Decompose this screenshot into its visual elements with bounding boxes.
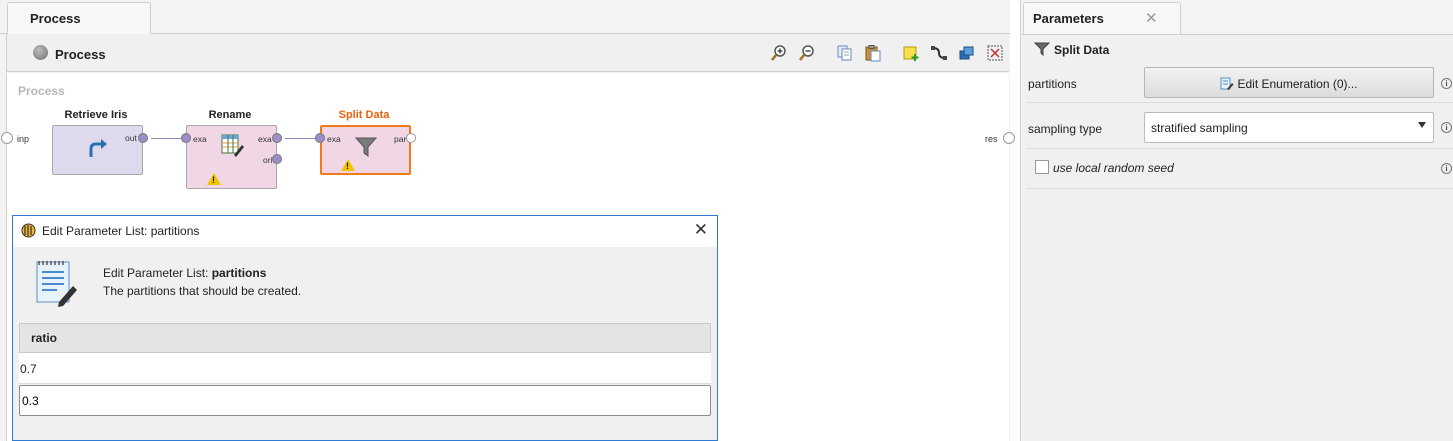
- port-label-exa-in: exa: [327, 134, 341, 144]
- warning-mark: !: [212, 175, 215, 185]
- dialog-title: Edit Parameter List: partitions: [42, 224, 200, 238]
- tab-parameters-label: Parameters: [1033, 11, 1104, 26]
- input-port-exa[interactable]: [181, 133, 191, 143]
- dialog-header-param: partitions: [211, 266, 267, 280]
- param-row-partitions: partitions Edit Enumeration (0)... i: [1026, 65, 1453, 103]
- edit-parameter-list-dialog: Edit Parameter List: partitions ✕ Edit P…: [12, 215, 718, 441]
- dialog-titlebar[interactable]: Edit Parameter List: partitions ✕: [13, 216, 717, 247]
- operator-retrieve-iris[interactable]: out: [52, 125, 148, 175]
- close-icon[interactable]: ✕: [694, 220, 708, 240]
- output-port-exa[interactable]: [272, 133, 282, 143]
- rename-table-icon: [221, 134, 244, 157]
- notepad-edit-icon: [36, 261, 77, 307]
- rapidminer-logo-icon: [21, 223, 36, 238]
- dialog-header-title: Edit Parameter List: partitions: [103, 266, 266, 280]
- port-label-exa-in: exa: [193, 134, 207, 144]
- arrange-operators-icon[interactable]: [958, 44, 976, 62]
- edit-enumeration-button[interactable]: Edit Enumeration (0)...: [1144, 67, 1434, 98]
- param-label-partitions: partitions: [1028, 77, 1077, 91]
- copy-icon[interactable]: [836, 44, 854, 62]
- auto-wire-icon[interactable]: [930, 44, 948, 62]
- tab-process[interactable]: Process: [7, 2, 151, 35]
- sampling-type-select[interactable]: stratified sampling: [1144, 112, 1434, 143]
- tab-parameters[interactable]: Parameters ✕: [1023, 2, 1181, 35]
- process-result-port[interactable]: [1003, 132, 1015, 144]
- param-label-local-random-seed: use local random seed: [1053, 161, 1174, 175]
- funnel-icon: [354, 137, 378, 157]
- param-row-local-random-seed: use local random seed i: [1026, 149, 1453, 189]
- selected-operator-name: Split Data: [1054, 43, 1110, 57]
- close-icon[interactable]: ✕: [1145, 9, 1158, 27]
- port-label-par: par: [394, 134, 407, 144]
- info-icon[interactable]: i: [1441, 78, 1452, 89]
- port-label-ori: ori: [263, 155, 273, 165]
- canvas-label: Process: [18, 84, 65, 98]
- info-icon[interactable]: i: [1441, 122, 1452, 133]
- output-port-ori[interactable]: [272, 154, 282, 164]
- process-tabbar: Process: [0, 0, 1010, 35]
- port-label-exa-out: exa: [258, 134, 272, 144]
- operator-title-rename: Rename: [208, 109, 252, 121]
- toolbar-title: Process: [55, 47, 106, 62]
- table-row-edit-field[interactable]: [19, 385, 711, 416]
- info-icon[interactable]: i: [1441, 163, 1452, 174]
- param-label-sampling-type: sampling type: [1028, 122, 1103, 136]
- retrieve-arrow-icon: [89, 139, 107, 157]
- process-input-port[interactable]: [1, 132, 13, 144]
- output-port-par[interactable]: [406, 133, 416, 143]
- process-toolbar: Process: [6, 34, 1009, 72]
- edit-enumeration-label: Edit Enumeration (0)...: [1237, 77, 1358, 91]
- connection-wire[interactable]: [151, 138, 185, 139]
- dialog-header-prefix: Edit Parameter List:: [103, 266, 212, 280]
- parameters-body: Split Data partitions Edit Enumeration (…: [1022, 34, 1453, 441]
- table-column-header-ratio[interactable]: ratio: [19, 323, 711, 353]
- operator-title-split-data: Split Data: [338, 109, 390, 121]
- operator-rename[interactable]: exa exa ori !: [181, 125, 282, 189]
- output-port-out[interactable]: [138, 133, 148, 143]
- paste-icon[interactable]: [864, 44, 882, 62]
- operator-title-retrieve-iris: Retrieve Iris: [64, 109, 128, 121]
- notepad-edit-icon: [1220, 77, 1234, 90]
- process-input-port-label: inp: [17, 134, 30, 144]
- process-icon: [33, 45, 48, 60]
- dialog-description: The partitions that should be created.: [103, 284, 302, 298]
- connection-wire[interactable]: [285, 138, 319, 139]
- input-port-exa[interactable]: [315, 133, 325, 143]
- port-label-out: out: [125, 133, 137, 143]
- zoom-out-icon[interactable]: [798, 44, 816, 62]
- funnel-icon: [1034, 42, 1050, 57]
- param-row-sampling-type: sampling type stratified sampling i: [1026, 103, 1453, 149]
- process-result-port-label: res: [985, 134, 998, 144]
- fit-to-size-icon[interactable]: [986, 44, 1004, 62]
- table-row[interactable]: 0.7: [19, 353, 711, 384]
- parameters-panel: Parameters ✕ Split Data partitions Edit …: [1020, 0, 1453, 441]
- add-note-icon[interactable]: [902, 44, 920, 62]
- process-panel: Process Process Process inp res Retrieve…: [0, 0, 1015, 441]
- sampling-type-value: stratified sampling: [1151, 121, 1248, 135]
- use-local-random-seed-checkbox[interactable]: [1035, 160, 1049, 174]
- operator-split-data[interactable]: exa par !: [315, 125, 416, 175]
- warning-mark: !: [346, 161, 349, 171]
- zoom-in-icon[interactable]: [770, 44, 788, 62]
- chevron-down-icon[interactable]: [1418, 122, 1426, 128]
